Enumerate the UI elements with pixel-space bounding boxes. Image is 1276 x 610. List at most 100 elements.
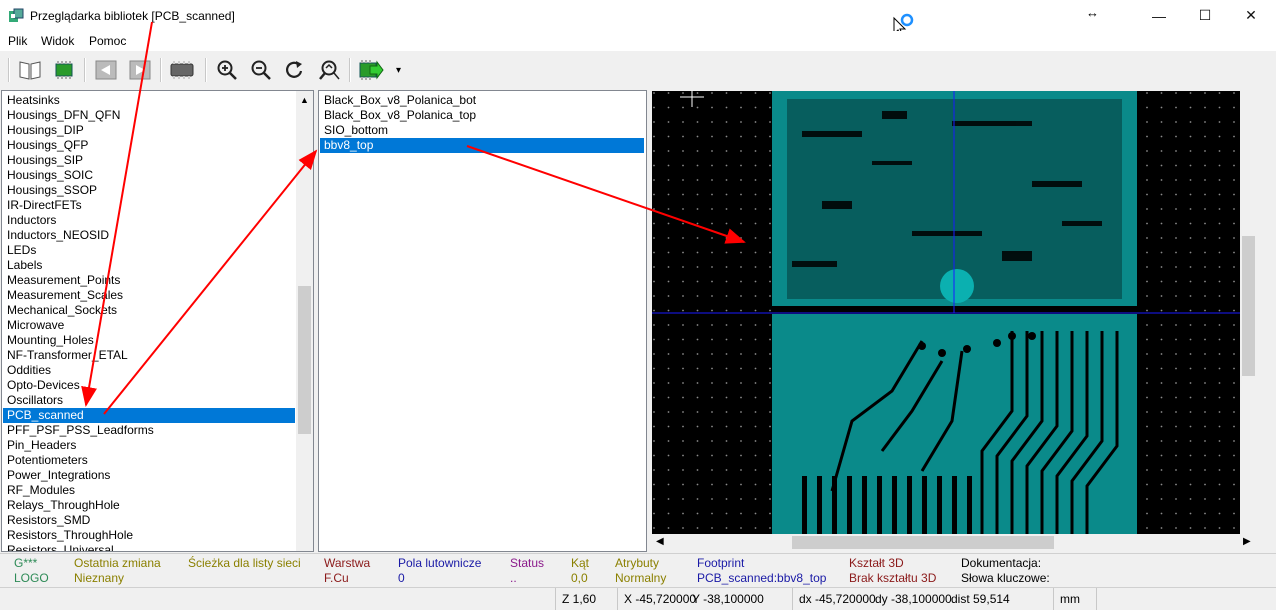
toolbar: ▾ (0, 52, 410, 88)
redraw-icon[interactable] (282, 58, 308, 82)
message-panel: G*** LOGO Ostatnia zmiana Nieznany Ścieżka d… (0, 553, 1276, 586)
status-value: Słowa kluczowe: (961, 571, 1050, 585)
menu-help[interactable]: Pomoc (89, 34, 126, 48)
library-item[interactable]: Mounting_Holes (7, 333, 94, 348)
footprint-item[interactable]: bbv8_top (320, 138, 644, 153)
canvas-hscroll-thumb[interactable] (792, 536, 1054, 549)
canvas-hscrollbar[interactable]: ◀ ▶ (652, 534, 1257, 551)
resize-icon: ↔ (1086, 5, 1099, 20)
zoom-readout: Z 1,60 (555, 588, 596, 610)
scroll-left-icon[interactable]: ◀ (656, 536, 664, 547)
maximize-button[interactable]: ☐ (1182, 0, 1228, 31)
library-item[interactable]: Housings_SOIC (7, 168, 93, 183)
library-item[interactable]: Microwave (7, 318, 64, 333)
menu-view[interactable]: Widok (41, 34, 74, 48)
status-header: Warstwa (324, 556, 371, 570)
status-column: Warstwa F.Cu (324, 556, 370, 586)
library-list[interactable]: Heatsinks Housings_DFN_QFN Housings_DIP Hou… (1, 90, 314, 552)
footprint-item[interactable]: Black_Box_v8_Polanica_bot (324, 93, 476, 108)
3d-view-icon[interactable] (169, 58, 195, 82)
library-item[interactable]: Pin_Headers (7, 438, 76, 453)
status-header: Pola lutownicze (398, 556, 482, 570)
library-item[interactable]: Oscillators (7, 393, 63, 408)
status-value: F.Cu (324, 571, 349, 585)
library-item[interactable]: Resistors_ThroughHole (7, 528, 133, 543)
library-scroll-thumb[interactable] (298, 286, 311, 434)
library-scrollbar[interactable]: ▲ (296, 91, 313, 551)
library-item[interactable]: Potentiometers (7, 453, 88, 468)
library-item[interactable]: Housings_SIP (7, 153, 83, 168)
close-button[interactable]: ✕ (1228, 0, 1274, 31)
units-readout: mm (1053, 588, 1080, 610)
menu-file[interactable]: Plik (8, 34, 27, 48)
library-item[interactable]: Housings_SSOP (7, 183, 97, 198)
status-column: Ostatnia zmiana Nieznany (74, 556, 161, 586)
status-header: Footprint (697, 556, 745, 570)
library-item[interactable]: IR-DirectFETs (7, 198, 82, 213)
dropdown-arrow-icon[interactable]: ▾ (396, 65, 401, 76)
library-item[interactable]: RF_Modules (7, 483, 75, 498)
next-arrow-icon[interactable] (127, 58, 153, 82)
y-readout: Y -38,100000 (692, 592, 764, 606)
window-title: Przeglądarka bibliotek [PCB_scanned] (30, 9, 235, 23)
canvas-vscrollbar[interactable] (1240, 91, 1257, 534)
status-value: Brak kształtu 3D (849, 571, 937, 585)
library-item[interactable]: Mechanical_Sockets (7, 303, 117, 318)
status-value: .. (510, 571, 517, 585)
status-header: Kształt 3D (849, 556, 904, 570)
status-column: Dokumentacja: Słowa kluczowe: (961, 556, 1050, 586)
dist-readout: dist 59,514 (951, 592, 1010, 606)
library-item[interactable]: Housings_DFN_QFN (7, 108, 120, 123)
library-item[interactable]: Measurement_Scales (7, 288, 123, 303)
status-column: Atrybuty Normalny (615, 556, 666, 586)
footprint-chip-icon[interactable] (51, 58, 77, 82)
minimize-button[interactable]: — (1136, 0, 1182, 31)
canvas-vscroll-thumb[interactable] (1242, 236, 1255, 376)
status-header: Status (510, 556, 545, 570)
zoom-fit-icon[interactable] (316, 58, 342, 82)
status-value: PCB_scanned:bbv8_top (697, 571, 827, 585)
scroll-right-icon[interactable]: ▶ (1243, 536, 1251, 547)
menu-bar: Plik Widok Pomoc (0, 31, 1276, 51)
status-column: Kąt 0,0 (571, 556, 589, 586)
library-item[interactable]: Opto-Devices (7, 378, 80, 393)
library-item[interactable]: Heatsinks (7, 93, 60, 108)
library-item[interactable]: PFF_PSF_PSS_Leadforms (7, 423, 154, 438)
library-item[interactable]: PCB_scanned (3, 408, 295, 423)
status-header: G*** (14, 556, 38, 570)
zoom-out-icon[interactable] (248, 58, 274, 82)
footprint-list[interactable]: Black_Box_v8_Polanica_bot Black_Box_v8_Po… (318, 90, 647, 552)
library-item[interactable]: LEDs (7, 243, 36, 258)
library-item[interactable]: Resistors_SMD (7, 513, 90, 528)
library-book-icon[interactable] (17, 58, 43, 82)
status-column: Ścieżka dla listy sieci (188, 556, 301, 571)
prev-arrow-icon[interactable] (93, 58, 119, 82)
library-item[interactable]: Housings_DIP (7, 123, 84, 138)
library-item[interactable]: Resistors_Universal (7, 543, 114, 551)
title-bar: Przeglądarka bibliotek [PCB_scanned] ↔ —… (0, 0, 1276, 38)
library-item[interactable]: Housings_QFP (7, 138, 88, 153)
library-item[interactable]: Power_Integrations (7, 468, 110, 483)
x-readout: X -45,720000 (617, 588, 696, 610)
status-value: 0 (398, 571, 405, 585)
library-item[interactable]: NF-Transformer_ETAL (7, 348, 128, 363)
status-value: Nieznany (74, 571, 125, 585)
zoom-in-icon[interactable] (214, 58, 240, 82)
status-column: Pola lutownicze 0 (398, 556, 481, 586)
library-item[interactable]: Oddities (7, 363, 51, 378)
status-value: 0,0 (571, 571, 588, 585)
footprint-item[interactable]: SIO_bottom (324, 123, 388, 138)
library-item[interactable]: Relays_ThroughHole (7, 498, 120, 513)
status-header: Dokumentacja: (961, 556, 1042, 570)
insert-footprint-icon[interactable] (358, 58, 384, 82)
library-item[interactable]: Labels (7, 258, 42, 273)
scroll-up-icon[interactable]: ▲ (300, 95, 309, 105)
status-column: Footprint PCB_scanned:bbv8_top (697, 556, 826, 586)
footprint-canvas[interactable] (652, 91, 1257, 534)
library-item[interactable]: Measurement_Points (7, 273, 120, 288)
footprint-item[interactable]: Black_Box_v8_Polanica_top (324, 108, 476, 123)
library-item[interactable]: Inductors_NEOSID (7, 228, 109, 243)
app-icon (9, 8, 24, 22)
status-column: G*** LOGO (14, 556, 49, 586)
library-item[interactable]: Inductors (7, 213, 56, 228)
